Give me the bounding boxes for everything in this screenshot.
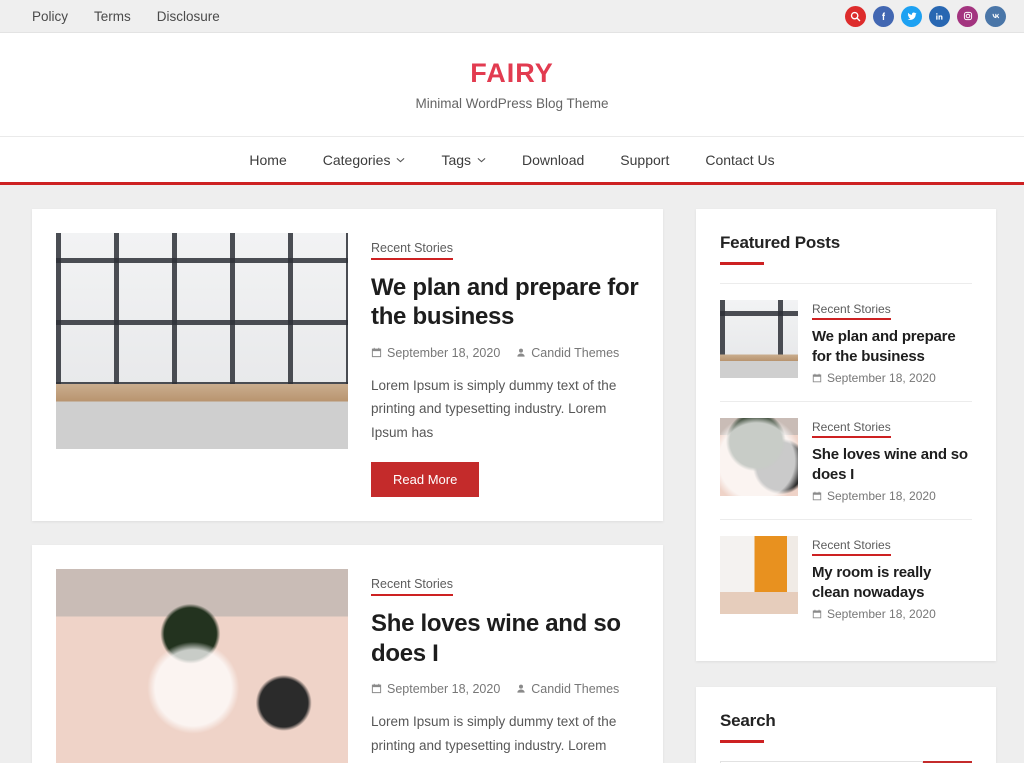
- post-excerpt: Lorem Ipsum is simply dummy text of the …: [371, 713, 617, 763]
- post-title[interactable]: We plan and prepare for the business: [371, 273, 639, 332]
- featured-post-item: Recent Stories She loves wine and so doe…: [720, 401, 972, 519]
- social-links: [845, 5, 1006, 27]
- featured-post-body: Recent Stories My room is really clean n…: [812, 536, 972, 621]
- top-bar: Policy Terms Disclosure: [0, 0, 1024, 33]
- featured-posts-widget: Featured Posts Recent Stories We plan an…: [696, 209, 996, 661]
- widget-title: Featured Posts: [720, 233, 841, 252]
- post-date: September 18, 2020: [371, 346, 500, 360]
- featured-post-category[interactable]: Recent Stories: [812, 420, 891, 438]
- nav-label: Home: [249, 151, 287, 168]
- featured-post-item: Recent Stories We plan and prepare for t…: [720, 283, 972, 401]
- top-link-terms[interactable]: Terms: [94, 9, 131, 24]
- post-featured-image[interactable]: [56, 569, 348, 763]
- search-widget: Search Search: [696, 687, 996, 763]
- twitter-icon[interactable]: [901, 5, 922, 27]
- featured-post-title[interactable]: She loves wine and so does I: [812, 445, 972, 484]
- featured-post-body: Recent Stories We plan and prepare for t…: [812, 300, 972, 385]
- featured-post-date: September 18, 2020: [812, 489, 972, 503]
- post-date-text: September 18, 2020: [387, 681, 501, 696]
- calendar-icon: [371, 684, 382, 694]
- user-icon: [517, 685, 525, 693]
- user-icon: [517, 348, 525, 357]
- post-list: Recent Stories We plan and prepare for t…: [32, 209, 663, 763]
- read-more-button[interactable]: Read More: [371, 462, 480, 498]
- post-excerpt: Lorem Ipsum is simply dummy text of the …: [371, 377, 617, 440]
- featured-post-date-text: September 18, 2020: [827, 489, 936, 503]
- featured-post-body: Recent Stories She loves wine and so doe…: [812, 418, 972, 503]
- nav-list: Home Categories Tags Download Support Co…: [231, 152, 792, 168]
- chevron-down-icon: [396, 157, 405, 162]
- post-date: September 18, 2020: [371, 682, 500, 696]
- nav-item-contact-us[interactable]: Contact Us: [687, 152, 792, 168]
- post-card: Recent Stories We plan and prepare for t…: [32, 209, 663, 522]
- top-link-policy[interactable]: Policy: [32, 9, 68, 24]
- post-card: Recent Stories She loves wine and so doe…: [32, 545, 663, 763]
- featured-post-item: Recent Stories My room is really clean n…: [720, 519, 972, 637]
- featured-post-date-text: September 18, 2020: [827, 607, 936, 621]
- post-category[interactable]: Recent Stories: [371, 577, 453, 597]
- calendar-icon: [812, 609, 822, 619]
- nav-item-support[interactable]: Support: [602, 152, 687, 168]
- calendar-icon: [812, 491, 822, 501]
- nav-label: Contact Us: [705, 151, 775, 168]
- featured-post-category[interactable]: Recent Stories: [812, 302, 891, 320]
- post-meta: September 18, 2020 Candid Themes: [371, 346, 639, 360]
- title-underline: [720, 740, 764, 743]
- chevron-down-icon: [477, 157, 486, 162]
- post-content: Recent Stories We plan and prepare for t…: [371, 233, 639, 498]
- nav-item-categories[interactable]: Categories: [305, 152, 424, 168]
- calendar-icon: [812, 373, 822, 383]
- featured-post-thumbnail[interactable]: [720, 418, 798, 496]
- top-bar-links: Policy Terms Disclosure: [32, 9, 220, 24]
- post-category[interactable]: Recent Stories: [371, 241, 453, 260]
- instagram-icon[interactable]: [957, 5, 978, 27]
- post-author-text: Candid Themes: [531, 681, 620, 696]
- post-author: Candid Themes: [516, 682, 619, 696]
- post-author: Candid Themes: [516, 346, 619, 360]
- vk-icon[interactable]: [985, 5, 1006, 27]
- featured-post-thumbnail[interactable]: [720, 536, 798, 614]
- featured-post-date: September 18, 2020: [812, 371, 972, 385]
- nav-item-download[interactable]: Download: [504, 152, 602, 168]
- top-link-disclosure[interactable]: Disclosure: [157, 9, 220, 24]
- calendar-icon: [371, 347, 382, 358]
- site-header: FAIRY Minimal WordPress Blog Theme: [0, 33, 1024, 136]
- sidebar: Featured Posts Recent Stories We plan an…: [696, 209, 996, 763]
- main-navigation: Home Categories Tags Download Support Co…: [0, 136, 1024, 185]
- post-date-text: September 18, 2020: [387, 345, 501, 360]
- featured-post-category[interactable]: Recent Stories: [812, 538, 891, 556]
- nav-item-home[interactable]: Home: [231, 152, 304, 168]
- featured-post-title[interactable]: My room is really clean nowadays: [812, 563, 972, 602]
- post-content: Recent Stories She loves wine and so doe…: [371, 569, 639, 763]
- post-featured-image[interactable]: [56, 233, 348, 449]
- facebook-icon[interactable]: [873, 5, 894, 27]
- nav-label: Support: [620, 151, 670, 168]
- featured-post-date: September 18, 2020: [812, 607, 972, 621]
- featured-post-title[interactable]: We plan and prepare for the business: [812, 327, 972, 366]
- search-icon[interactable]: [845, 5, 866, 27]
- post-title[interactable]: She loves wine and so does I: [371, 609, 639, 668]
- nav-item-tags[interactable]: Tags: [423, 152, 504, 168]
- nav-label: Download: [522, 151, 585, 168]
- featured-post-thumbnail[interactable]: [720, 300, 798, 378]
- post-meta: September 18, 2020 Candid Themes: [371, 682, 639, 696]
- page-layout: Recent Stories We plan and prepare for t…: [0, 185, 1024, 763]
- title-underline: [720, 262, 764, 265]
- site-tagline: Minimal WordPress Blog Theme: [415, 96, 609, 111]
- site-title[interactable]: FAIRY: [470, 58, 554, 89]
- widget-title: Search: [720, 711, 776, 730]
- post-author-text: Candid Themes: [531, 345, 620, 360]
- nav-label: Tags: [441, 151, 472, 168]
- featured-post-date-text: September 18, 2020: [827, 371, 936, 385]
- nav-label: Categories: [322, 151, 391, 168]
- linkedin-icon[interactable]: [929, 5, 950, 27]
